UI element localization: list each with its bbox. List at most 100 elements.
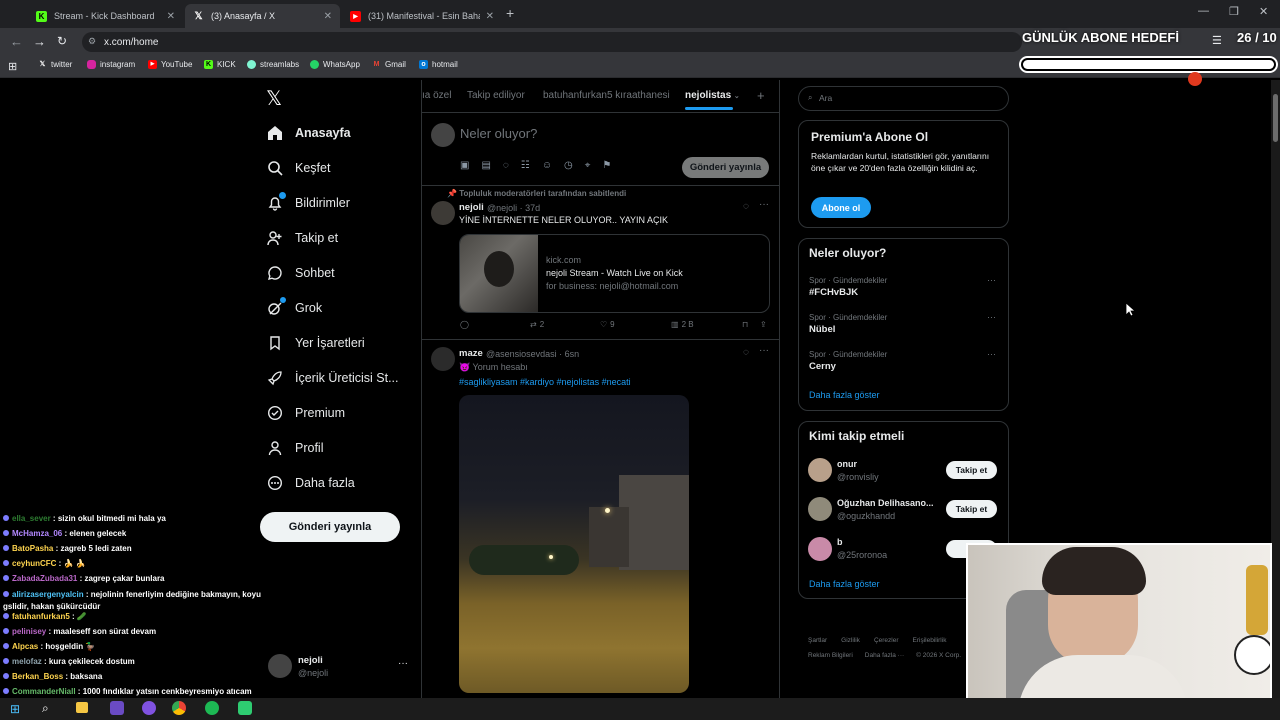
follow-button[interactable]: Takip et [946, 461, 997, 479]
app-icon[interactable] [238, 701, 252, 715]
bookmark-twitter[interactable]: 𝕏twitter [38, 60, 73, 69]
trend-name[interactable]: Nübel [809, 324, 835, 335]
reload-icon[interactable]: ↻ [57, 34, 67, 48]
nav-more[interactable]: Daha fazla [266, 474, 355, 492]
footer-link[interactable]: Erişilebilirlik [913, 637, 947, 644]
share-button[interactable]: ⇪ [760, 320, 767, 329]
close-icon[interactable]: ✕ [167, 11, 175, 22]
search-input[interactable]: ⌕ Ara [798, 86, 1009, 111]
chat-username[interactable]: alirizasergenyalcin [12, 590, 84, 599]
chat-username[interactable]: McHamza_06 [12, 529, 62, 538]
show-more-trends-link[interactable]: Daha fazla göster [809, 390, 880, 400]
more-dots-icon[interactable]: ··· [987, 349, 996, 359]
bookmark-instagram[interactable]: instagram [87, 60, 135, 69]
search-icon[interactable]: ⌕ [42, 701, 49, 716]
composer-post-button[interactable]: Gönderi yayınla [682, 157, 769, 178]
avatar[interactable] [808, 537, 832, 561]
bookmark-kick[interactable]: K KICK [204, 60, 236, 69]
footer-link[interactable]: Şartlar [808, 637, 827, 644]
chrome-icon[interactable] [172, 701, 186, 715]
bookmark-button[interactable]: ⊓ [742, 320, 748, 329]
more-dots-icon[interactable]: ··· [398, 658, 408, 669]
footer-link[interactable]: Gizlilik [841, 637, 860, 644]
chat-username[interactable]: Berkan_Boss [12, 672, 63, 681]
footer-link[interactable]: Reklam Bilgileri [808, 652, 853, 659]
trend-name[interactable]: #FCHvBJK [809, 287, 858, 298]
tab-list-kiraathane[interactable]: batuhanfurkan5 kıraathanesi [543, 90, 670, 101]
back-icon[interactable]: ← [10, 34, 23, 49]
post-image[interactable] [459, 395, 689, 693]
restore-icon[interactable]: ❐ [1229, 5, 1239, 18]
composer-input[interactable]: Neler oluyor? [460, 126, 537, 141]
more-dots-icon[interactable]: ··· [759, 199, 769, 210]
close-icon[interactable]: ✕ [486, 11, 494, 22]
suggested-user-name[interactable]: Oğuzhan Delihasano... [837, 498, 934, 508]
site-info-icon[interactable]: ⚙ [88, 36, 96, 47]
views-button[interactable]: ▥ 2 B [671, 320, 694, 329]
nav-premium[interactable]: Premium [266, 404, 345, 422]
tab-for-you[interactable]: ıa özel [422, 90, 451, 101]
gif-icon[interactable]: ▤ [481, 160, 490, 171]
post-author-name[interactable]: maze [459, 348, 483, 359]
reply-button[interactable]: ◯ [460, 320, 469, 329]
subscribe-button[interactable]: Abone ol [811, 197, 871, 218]
chat-username[interactable]: ZabadaZubada31 [12, 574, 77, 583]
scrollbar-thumb[interactable] [1273, 94, 1278, 142]
app-icon[interactable] [110, 701, 124, 715]
post-hashtags[interactable]: #saglikliyasam #kardiyo #nejolistas #nec… [459, 377, 631, 387]
new-tab-icon[interactable]: + [506, 5, 514, 21]
browser-tab-x[interactable]: 𝕏 (3) Anasayfa / X ✕ [185, 4, 340, 28]
chat-username[interactable]: ella_sever [12, 514, 51, 523]
footer-link[interactable]: Çerezler [874, 637, 899, 644]
schedule-icon[interactable]: ◷ [564, 160, 573, 171]
grok-icon[interactable]: ◌ [743, 201, 749, 212]
avatar[interactable] [808, 497, 832, 521]
nav-bookmarks[interactable]: Yer İşaretleri [266, 334, 365, 352]
nav-explore[interactable]: Keşfet [266, 159, 330, 177]
bookmark-gmail[interactable]: M Gmail [372, 60, 406, 69]
follow-button[interactable]: Takip et [946, 500, 997, 518]
add-tab-icon[interactable]: + [757, 88, 765, 103]
browser-tab-youtube[interactable]: ▶ (31) Manifestival - Esin Bahat İle ✕ [342, 4, 502, 28]
account-switcher[interactable]: nejoli @nejoli ··· [262, 650, 412, 684]
x-logo-icon[interactable]: 𝕏 [266, 86, 282, 111]
minimize-icon[interactable]: — [1198, 5, 1209, 17]
location-icon[interactable]: ⌖ [585, 160, 591, 171]
chat-username[interactable]: CommanderNiall [12, 687, 76, 696]
bookmark-hotmail[interactable]: o hotmail [419, 60, 458, 69]
footer-link[interactable]: Daha fazla ··· [865, 652, 904, 659]
nav-grok[interactable]: Grok [266, 297, 322, 317]
nav-home[interactable]: Anasayfa [266, 124, 351, 142]
show-more-follow-link[interactable]: Daha fazla göster [809, 579, 880, 589]
chat-username[interactable]: BatoPasha [12, 544, 53, 553]
file-explorer-icon[interactable] [76, 702, 88, 713]
address-input[interactable]: ⚙ x.com/home [82, 32, 1022, 52]
flag-icon[interactable]: ⚑ [602, 160, 611, 171]
emoji-icon[interactable]: ☺ [542, 160, 552, 171]
nav-profile[interactable]: Profil [266, 439, 323, 457]
image-icon[interactable]: ▣ [460, 160, 469, 171]
apps-grid-icon[interactable]: ⊞ [8, 60, 17, 73]
nav-notifications[interactable]: Bildirimler [266, 192, 350, 212]
repost-button[interactable]: ⇄ 2 [530, 320, 544, 329]
suggested-user-name[interactable]: onur [837, 459, 857, 469]
grok-icon[interactable]: ◌ [743, 347, 749, 358]
grok-icon[interactable]: ◌ [503, 160, 509, 171]
page-scrollbar[interactable] [1271, 80, 1280, 698]
avatar[interactable] [431, 347, 455, 371]
close-window-icon[interactable]: ✕ [1259, 5, 1268, 18]
bookmark-streamlabs[interactable]: streamlabs [247, 60, 299, 69]
link-card[interactable]: kick.com nejoli Stream - Watch Live on K… [459, 234, 770, 313]
nav-creator-studio[interactable]: İçerik Üreticisi St... [266, 369, 399, 387]
post-button[interactable]: Gönderi yayınla [260, 512, 400, 542]
bookmark-youtube[interactable]: ▶ YouTube [148, 60, 192, 69]
chat-username[interactable]: Alpcas [12, 642, 38, 651]
chat-username[interactable]: pelinisey [12, 627, 46, 636]
windows-start-icon[interactable]: ⊞ [10, 702, 20, 716]
close-icon[interactable]: ✕ [324, 11, 332, 22]
spotify-icon[interactable] [205, 701, 219, 715]
poll-icon[interactable]: ☷ [521, 160, 530, 171]
post-author-name[interactable]: nejoli [459, 202, 484, 213]
more-dots-icon[interactable]: ··· [759, 345, 769, 356]
browser-tab-kick[interactable]: K Stream - Kick Dashboard ✕ [28, 4, 183, 28]
